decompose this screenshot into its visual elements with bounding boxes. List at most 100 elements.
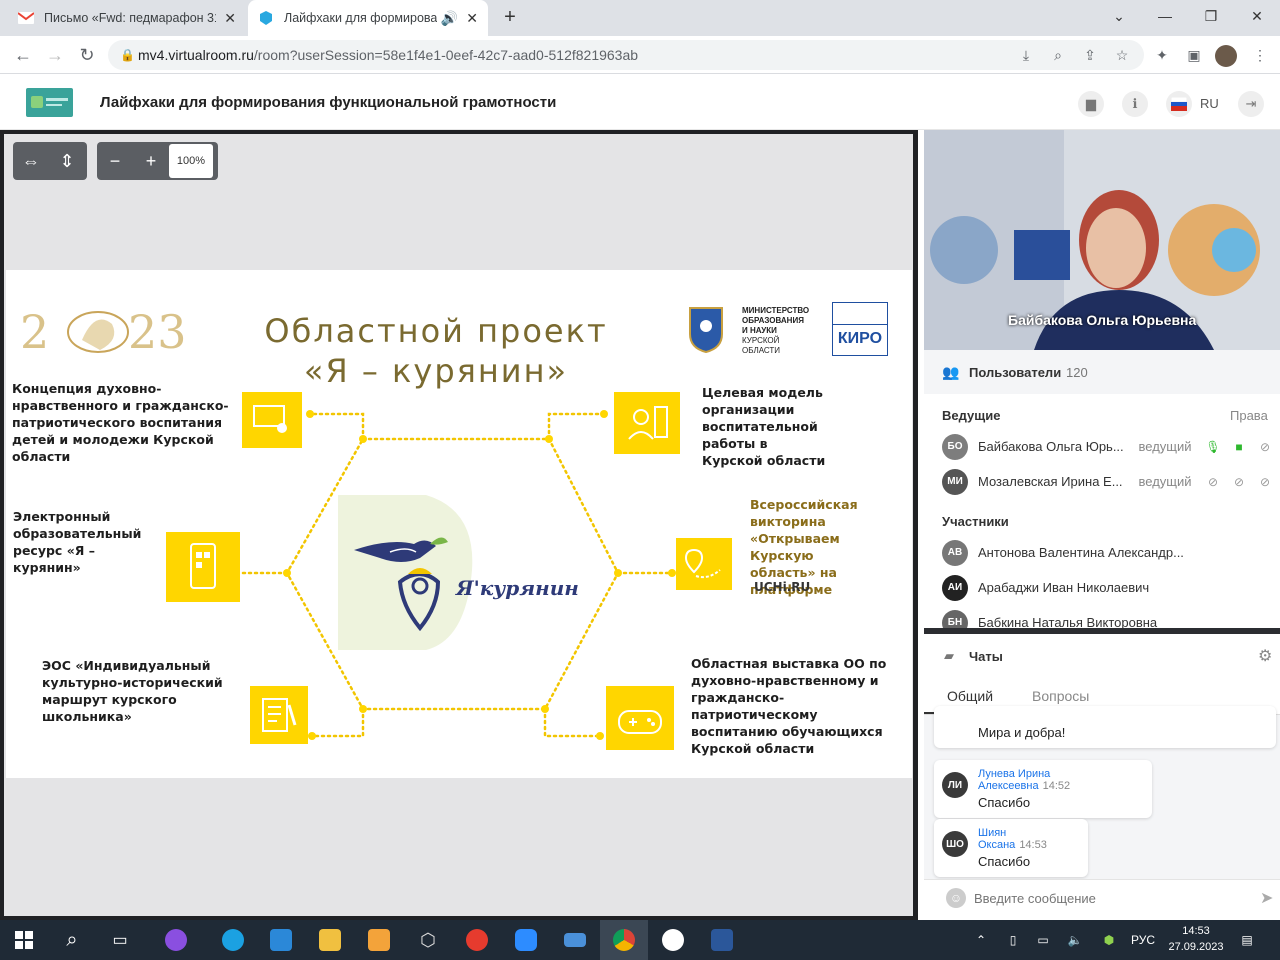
close-window-button[interactable]: ✕	[1234, 0, 1280, 32]
send-icon[interactable]: ➤	[1260, 888, 1273, 908]
chat-message: ЛИ Лунева Ирина Алексеевна 14:52 Спасибо	[934, 760, 1152, 818]
mail-icon[interactable]	[257, 920, 305, 960]
back-icon[interactable]: ←	[8, 40, 38, 70]
folder-icon[interactable]: ▆	[1078, 91, 1104, 117]
avatar: АИ	[942, 574, 968, 601]
lock-icon: 🔒	[120, 48, 135, 62]
zoom-app-icon[interactable]	[502, 920, 550, 960]
store-icon[interactable]	[355, 920, 403, 960]
word-icon[interactable]	[698, 920, 746, 960]
item-e-resource: Электронный образовательный ресурс «Я – …	[13, 509, 142, 575]
gear-icon[interactable]: ⚙	[1258, 646, 1272, 666]
network-icon[interactable]: ▭	[1030, 920, 1056, 960]
screen-share-off-icon[interactable]: ⊘	[1252, 440, 1278, 454]
menu-icon[interactable]: ⋮	[1248, 45, 1272, 65]
close-icon[interactable]: ✕	[224, 10, 236, 27]
forward-icon[interactable]: →	[40, 40, 70, 70]
chrome-icon[interactable]	[600, 920, 648, 960]
device-icon[interactable]: ▯	[1000, 920, 1026, 960]
tab-general[interactable]: Общий	[947, 688, 993, 704]
item-target-model: Целевая модель организации воспитательно…	[702, 385, 826, 468]
speaker-name: Байбакова Ольга Юрьевна	[1008, 312, 1197, 328]
avatar: АВ	[942, 539, 968, 566]
install-icon[interactable]: ⤓	[1014, 45, 1038, 65]
hosts-label: Ведущие	[942, 408, 1001, 423]
bird-logo	[350, 532, 470, 640]
close-icon[interactable]: ✕	[466, 10, 478, 27]
fit-page-icon[interactable]: ⇕	[49, 142, 85, 180]
zoom-out-button[interactable]: −	[97, 142, 133, 180]
windows-start-icon[interactable]	[0, 920, 48, 960]
microphone-off-icon[interactable]: ⊘	[1200, 475, 1226, 489]
user-role: ведущий	[1138, 474, 1192, 489]
message-text: Спасибо	[978, 854, 1031, 869]
antivirus-icon[interactable]: ⬢	[1096, 920, 1122, 960]
avatar: МИ	[942, 468, 968, 495]
message-time: 14:52	[1042, 780, 1071, 792]
screen-share-off-icon[interactable]: ⊘	[1252, 475, 1278, 489]
avatar: БО	[942, 433, 968, 460]
yandex-icon[interactable]	[453, 920, 501, 960]
tab-title: Лайфхаки для формирован	[284, 11, 437, 25]
message-author: Лунева Ирина Алексеевна	[978, 768, 1051, 792]
message-input[interactable]	[974, 886, 1244, 910]
cube-icon[interactable]: ⬡	[404, 920, 452, 960]
url-host: mv4.virtualroom.ru	[138, 47, 254, 63]
participants-label: Участники	[942, 514, 1009, 529]
tab-questions[interactable]: Вопросы	[1032, 688, 1089, 704]
exit-icon[interactable]: ⇥	[1238, 91, 1264, 117]
user-name: Мозалевская Ирина Е...	[978, 474, 1123, 489]
share-icon[interactable]: ⇪	[1078, 45, 1102, 65]
bookmark-star-icon[interactable]: ☆	[1110, 45, 1134, 65]
info-icon[interactable]: ℹ	[1122, 91, 1148, 117]
alice-icon[interactable]	[152, 920, 200, 960]
url-input[interactable]: 🔒 mv4.virtualroom.ru/room?userSession=58…	[108, 40, 1144, 70]
users-label: Пользователи	[969, 365, 1062, 380]
users-count: 120	[1066, 365, 1088, 380]
restore-button[interactable]: ❐	[1188, 0, 1234, 32]
user-row[interactable]: БО Байбакова Ольга Юрь... ведущий 🎙 ■ ⊘	[924, 429, 1278, 464]
explorer-icon[interactable]	[306, 920, 354, 960]
laptop-icon[interactable]	[551, 920, 599, 960]
microphone-icon[interactable]: 🎙	[1200, 440, 1226, 454]
yandex-browser-icon[interactable]	[649, 920, 697, 960]
zoom-icon[interactable]: ⌕	[1046, 45, 1070, 65]
extensions-icon[interactable]: ✦	[1150, 45, 1174, 65]
user-row[interactable]: АИ Арабаджи Иван Николаевич	[924, 570, 1188, 605]
item-eos: ЭОС «Индивидуальный культурно-историческ…	[42, 658, 223, 724]
clock[interactable]: 14:53 27.09.2023	[1164, 923, 1228, 955]
language-label[interactable]: RU	[1200, 96, 1219, 111]
new-tab-button[interactable]: +	[498, 6, 522, 30]
tab-room[interactable]: Лайфхаки для формирован 🔊 ✕	[248, 0, 488, 36]
language-indicator[interactable]: РУС	[1126, 920, 1160, 960]
tab-gmail[interactable]: Письмо «Fwd: педмарафон 31.0 ✕	[8, 0, 246, 36]
user-row[interactable]: АВ Антонова Валентина Александр...	[924, 535, 1188, 570]
sidepanel-icon[interactable]: ▣	[1182, 45, 1206, 65]
search-icon[interactable]: ⌕	[48, 920, 96, 960]
edge-icon[interactable]	[209, 920, 257, 960]
tab-search-icon[interactable]: ⌄	[1096, 0, 1142, 32]
users-icon: 👥	[942, 364, 960, 380]
rights-label[interactable]: Права	[1230, 408, 1268, 423]
camera-off-icon[interactable]: ⊘	[1226, 475, 1252, 489]
chevron-up-icon[interactable]: ⌃	[968, 920, 994, 960]
volume-icon[interactable]: 🔈	[1062, 920, 1088, 960]
task-view-icon[interactable]: ▭	[96, 920, 144, 960]
user-name: Антонова Валентина Александр...	[978, 545, 1184, 560]
avatar: ШО	[942, 831, 968, 857]
clock-date: 27.09.2023	[1168, 941, 1224, 953]
user-row[interactable]: МИ Мозалевская Ирина Е... ведущий ⊘ ⊘ ⊘	[924, 464, 1278, 499]
user-row[interactable]: БН Бабкина Наталья Викторовна	[924, 605, 1188, 628]
zoom-in-button[interactable]: +	[133, 142, 169, 180]
fit-width-icon[interactable]: ⇔	[13, 142, 49, 180]
russia-flag-icon[interactable]	[1166, 91, 1192, 117]
emoji-icon[interactable]: ☺	[946, 888, 966, 908]
checklist-icon	[250, 686, 308, 744]
notifications-icon[interactable]: ▤	[1234, 920, 1260, 960]
minimize-button[interactable]: —	[1142, 0, 1188, 32]
camera-icon[interactable]: ■	[1226, 440, 1252, 454]
zoom-level[interactable]: 100%	[169, 144, 213, 178]
profile-avatar[interactable]	[1215, 45, 1237, 67]
gmail-icon	[18, 10, 34, 26]
reload-icon[interactable]: ↻	[72, 40, 102, 70]
